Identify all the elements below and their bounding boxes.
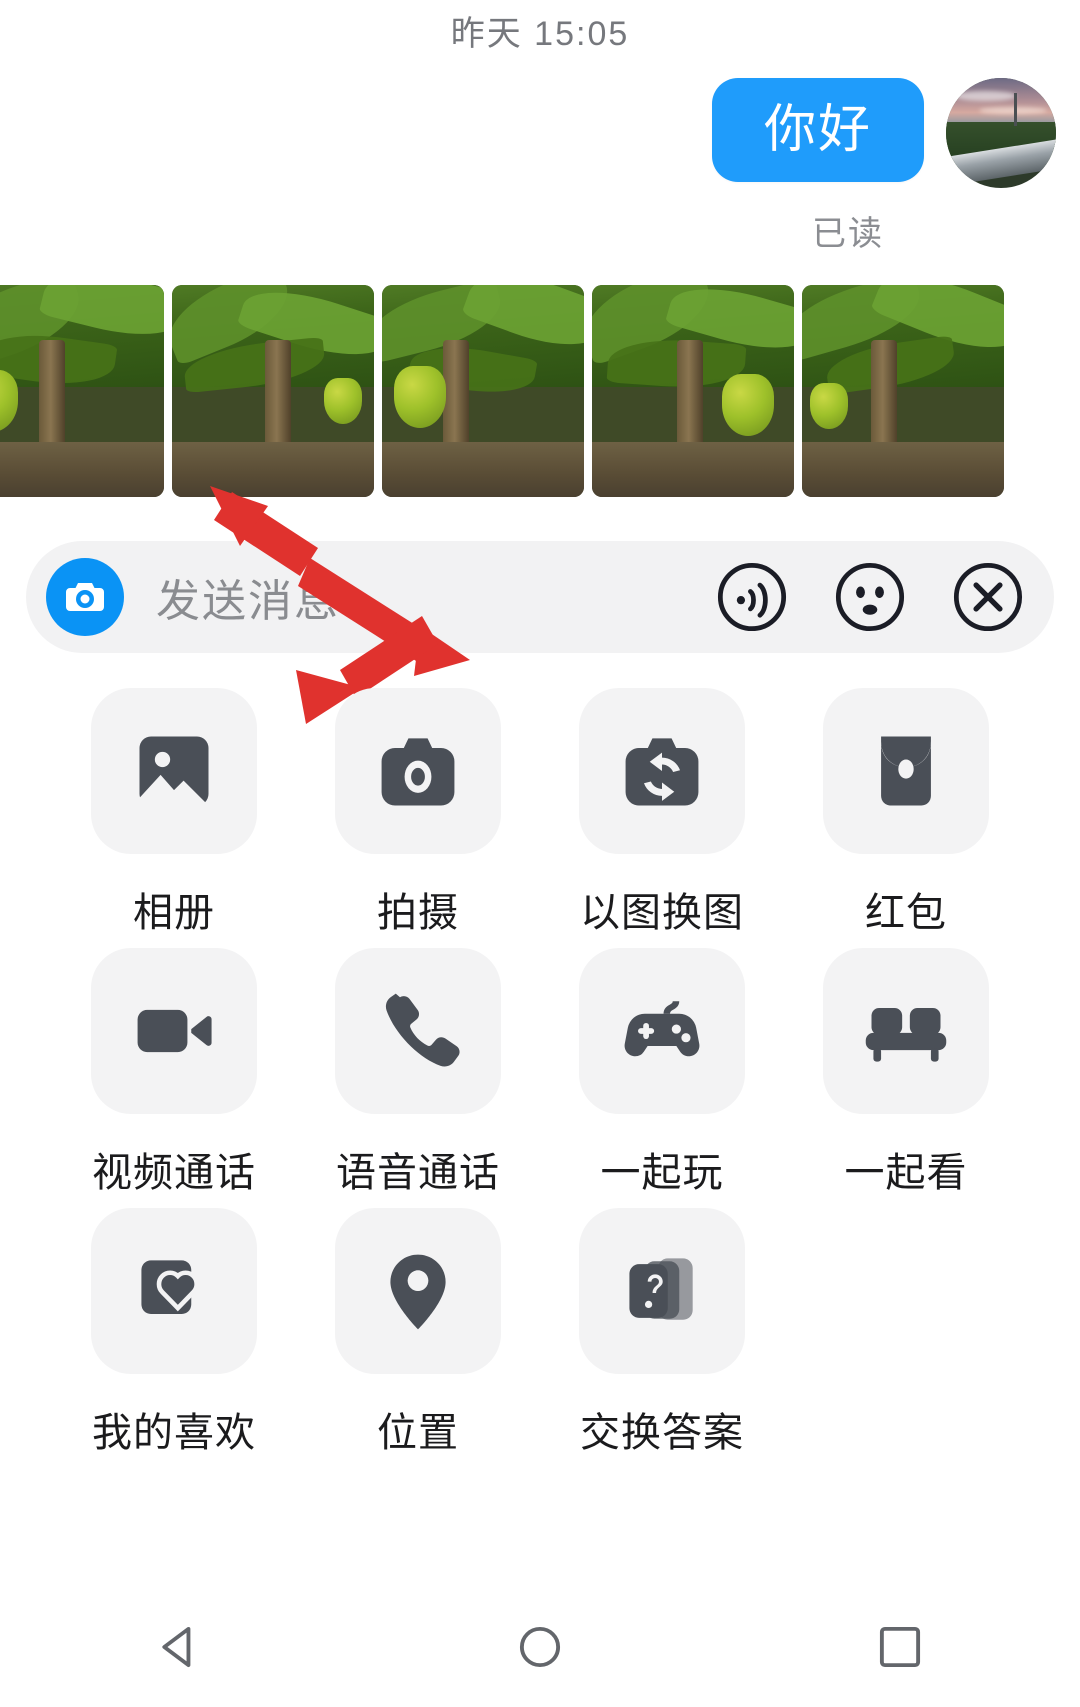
photo-thumbnail[interactable] bbox=[592, 285, 794, 497]
grid-item-empty bbox=[784, 1208, 1028, 1468]
game-controller-icon[interactable] bbox=[579, 948, 745, 1114]
voice-call-icon[interactable] bbox=[335, 948, 501, 1114]
grid-item-location[interactable]: 位置 bbox=[296, 1208, 540, 1468]
photo-ground bbox=[802, 441, 1004, 497]
camera-shutter-icon[interactable] bbox=[46, 558, 124, 636]
grid-item-album[interactable]: 相册 bbox=[52, 688, 296, 948]
photo-ground bbox=[592, 441, 794, 497]
home-button[interactable] bbox=[511, 1618, 569, 1676]
grid-item-voice-call[interactable]: 语音通话 bbox=[296, 948, 540, 1208]
grid-item-label: 我的喜欢 bbox=[92, 1411, 256, 1455]
photo-banana-bunch bbox=[323, 378, 362, 425]
attachment-panel-grid: 相册 拍摄 以图换图 红包 视频通话 语音通话 一起玩 一起看 我的喜欢 位置 … bbox=[52, 688, 1028, 1468]
avatar-sky bbox=[946, 78, 1056, 125]
photo-thumbnail[interactable] bbox=[0, 285, 164, 497]
photo-thumbnail[interactable] bbox=[382, 285, 584, 497]
message-bubble[interactable]: 你好 bbox=[711, 78, 924, 182]
photo-ground bbox=[382, 441, 584, 497]
sofa-watch-together-icon[interactable] bbox=[823, 948, 989, 1114]
grid-item-red-packet[interactable]: 红包 bbox=[784, 688, 1028, 948]
grid-item-label: 位置 bbox=[377, 1411, 459, 1455]
outgoing-message-row: 你好 bbox=[711, 78, 1056, 188]
input-bar-actions bbox=[714, 559, 1026, 635]
grid-item-watch-together[interactable]: 一起看 bbox=[784, 948, 1028, 1208]
photo-ground bbox=[0, 441, 164, 497]
grid-item-label: 以图换图 bbox=[580, 891, 744, 935]
photo-thumbnail[interactable] bbox=[172, 285, 374, 497]
grid-item-label: 交换答案 bbox=[580, 1411, 744, 1455]
avatar[interactable] bbox=[946, 78, 1056, 188]
emoji-face-icon[interactable] bbox=[832, 559, 908, 635]
camera-icon[interactable] bbox=[335, 688, 501, 854]
grid-item-label: 相册 bbox=[133, 891, 215, 935]
grid-item-label: 语音通话 bbox=[336, 1151, 500, 1195]
photo-banana-bunch bbox=[721, 374, 774, 437]
photo-strip[interactable] bbox=[0, 285, 1080, 497]
image-swap-icon[interactable] bbox=[579, 688, 745, 854]
voice-wave-icon[interactable] bbox=[714, 559, 790, 635]
video-call-icon[interactable] bbox=[91, 948, 257, 1114]
grid-item-label: 一起看 bbox=[844, 1151, 968, 1195]
photo-thumbnail[interactable] bbox=[802, 285, 1004, 497]
red-packet-icon[interactable] bbox=[823, 688, 989, 854]
photo-banana-bunch bbox=[810, 382, 849, 429]
status-badge: 已读 bbox=[812, 215, 884, 253]
chat-screen: 昨天 15:05 你好 已读 发送消息 相册 拍摄 以图换图 红包 视频通话 语… bbox=[0, 0, 1080, 1707]
grid-item-exchange-answers[interactable]: 交换答案 bbox=[540, 1208, 784, 1468]
favorites-heart-icon[interactable] bbox=[91, 1208, 257, 1374]
grid-item-label: 视频通话 bbox=[92, 1151, 256, 1195]
grid-item-camera[interactable]: 拍摄 bbox=[296, 688, 540, 948]
search-input[interactable]: 发送消息 bbox=[156, 565, 714, 629]
message-input-bar[interactable]: 发送消息 bbox=[26, 541, 1054, 653]
recents-button[interactable] bbox=[871, 1618, 929, 1676]
grid-item-play-together[interactable]: 一起玩 bbox=[540, 948, 784, 1208]
android-navigation-bar bbox=[0, 1587, 1080, 1707]
close-x-icon[interactable] bbox=[950, 559, 1026, 635]
grid-item-image-swap[interactable]: 以图换图 bbox=[540, 688, 784, 948]
grid-item-label: 一起玩 bbox=[600, 1151, 724, 1195]
question-cards-icon[interactable] bbox=[579, 1208, 745, 1374]
photo-album-icon[interactable] bbox=[91, 688, 257, 854]
location-pin-icon[interactable] bbox=[335, 1208, 501, 1374]
back-button[interactable] bbox=[151, 1618, 209, 1676]
grid-item-label: 红包 bbox=[865, 891, 947, 935]
grid-item-label: 拍摄 bbox=[377, 891, 459, 935]
photo-ground bbox=[172, 441, 374, 497]
avatar-pole bbox=[1014, 93, 1018, 127]
message-timestamp: 昨天 15:05 bbox=[450, 15, 630, 53]
photo-banana-bunch bbox=[394, 365, 447, 428]
grid-item-my-favorites[interactable]: 我的喜欢 bbox=[52, 1208, 296, 1468]
grid-item-video-call[interactable]: 视频通话 bbox=[52, 948, 296, 1208]
